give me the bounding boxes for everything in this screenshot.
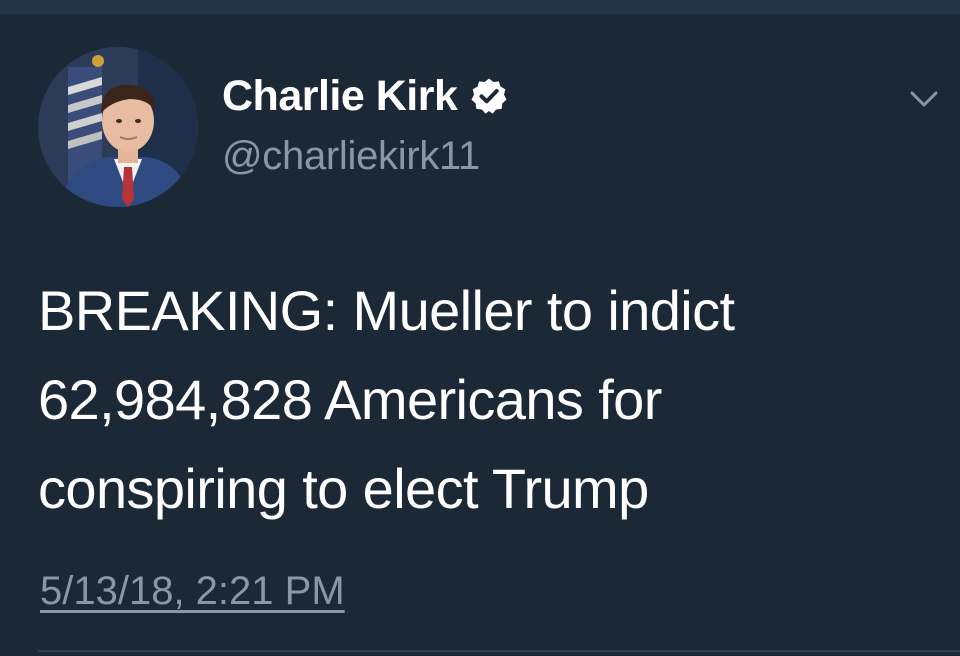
author-handle[interactable]: @charliekirk11 xyxy=(222,132,480,180)
tweet-text-line: 62,984,828 Americans for xyxy=(38,368,662,431)
chevron-down-icon[interactable] xyxy=(902,84,946,114)
top-strip xyxy=(0,0,960,14)
verified-badge-icon xyxy=(471,78,507,114)
tweet-text-line: conspiring to elect Trump xyxy=(38,457,649,520)
divider xyxy=(38,650,960,652)
tweet-card: Charlie Kirk @charliekirk11 BREAKING: Mu… xyxy=(0,14,960,656)
avatar[interactable] xyxy=(38,47,198,207)
display-name[interactable]: Charlie Kirk xyxy=(222,70,458,122)
tweet-text: BREAKING: Mueller to indict 62,984,828 A… xyxy=(38,266,918,533)
tweet-text-line: BREAKING: Mueller to indict xyxy=(38,279,735,342)
tweet-timestamp-link[interactable]: 5/13/18, 2:21 PM xyxy=(40,567,345,615)
avatar-photo xyxy=(38,47,198,207)
author-name-row[interactable]: Charlie Kirk xyxy=(222,70,509,122)
